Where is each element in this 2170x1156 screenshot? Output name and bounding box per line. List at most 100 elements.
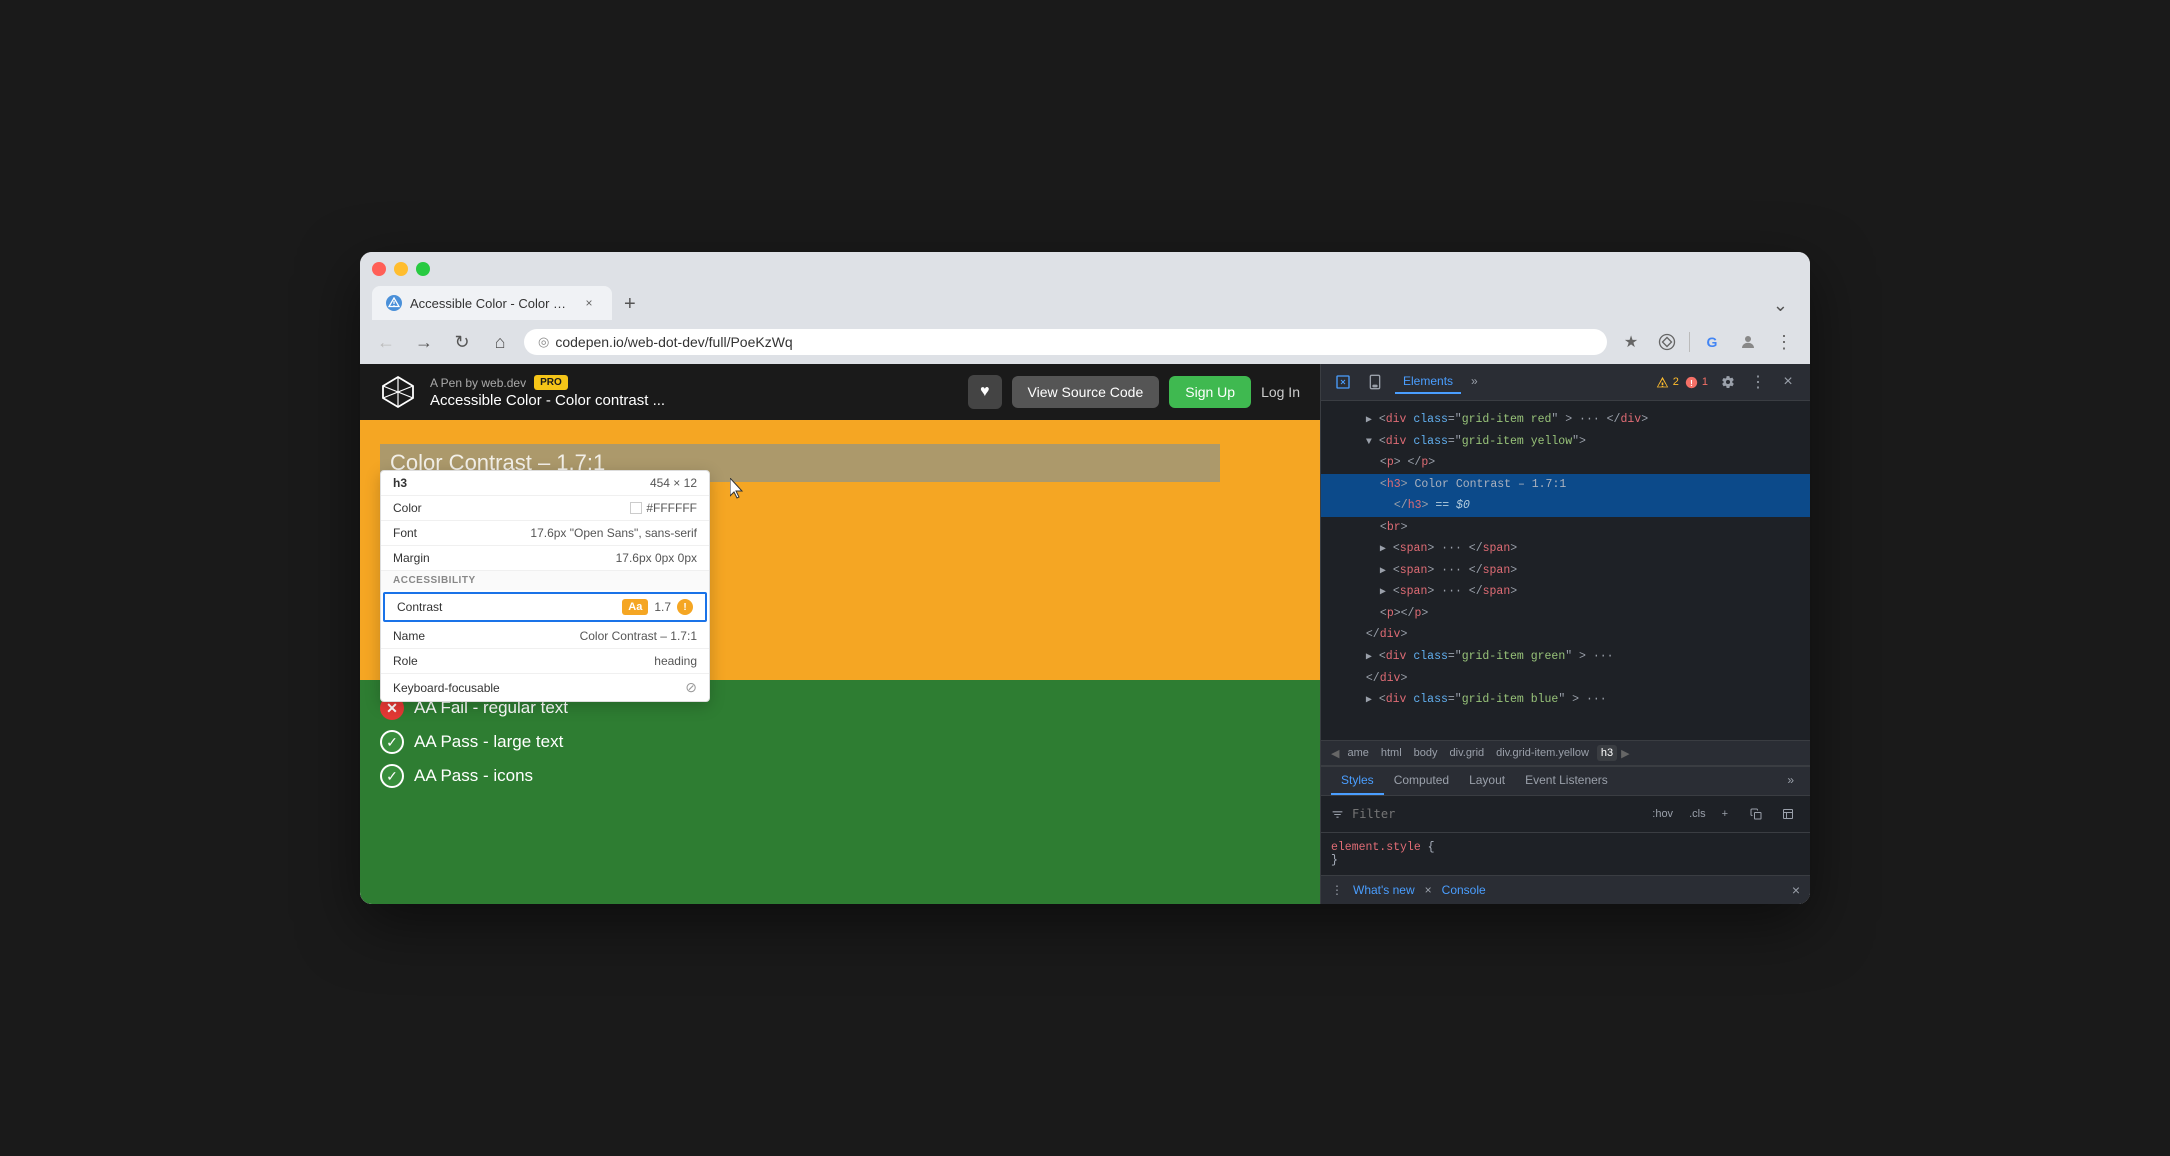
style-tab-computed[interactable]: Computed (1384, 767, 1459, 795)
bottom-close-button[interactable]: × (1792, 882, 1800, 898)
back-button[interactable]: ← (372, 328, 400, 356)
expand-arrow-12[interactable]: ▶ (1366, 652, 1372, 663)
aa-pass-icons-label: AA Pass - icons (414, 766, 533, 786)
breadcrumb-back-arrow[interactable]: ◀ (1331, 747, 1339, 760)
devtools-tab-more[interactable]: » (1463, 370, 1486, 394)
style-tab-layout[interactable]: Layout (1459, 767, 1515, 795)
pen-author: A Pen by web.dev (430, 376, 526, 390)
address-bar-input[interactable]: ◎ codepen.io/web-dot-dev/full/PoeKzWq (524, 329, 1607, 355)
inspector-element-label: h3 (393, 476, 407, 490)
expand-arrow-8[interactable]: ▶ (1380, 566, 1386, 577)
extensions-button[interactable] (1653, 328, 1681, 356)
devtools-toolbar-actions: ⋮ × (1716, 370, 1800, 394)
codepen-header: A Pen by web.dev PRO Accessible Color - … (360, 364, 1320, 420)
inspector-role-row: Role heading (381, 649, 709, 674)
page-content: A Pen by web.dev PRO Accessible Color - … (360, 364, 1320, 904)
bottom-dots[interactable]: ⋮ (1331, 883, 1343, 897)
tree-line-4[interactable]: <h3> Color Contrast – 1.7:1 (1321, 474, 1810, 496)
minimize-button[interactable] (394, 262, 408, 276)
filter-layout-button[interactable] (1776, 802, 1800, 826)
address-bar: ← → ↻ ⌂ ◎ codepen.io/web-dot-dev/full/Po… (360, 320, 1810, 364)
tabs-expand-button[interactable]: ⌄ (1763, 291, 1798, 320)
devtools-status: 2 ! 1 (1656, 376, 1708, 389)
breadcrumb-ame[interactable]: ame (1343, 745, 1372, 761)
devtools-close-button[interactable]: × (1776, 370, 1800, 394)
tree-line-1[interactable]: ▶ <div class="grid-item red" > ··· </div… (1321, 409, 1810, 431)
expand-arrow-2[interactable]: ▼ (1366, 437, 1372, 448)
aa-pass-icons-icon: ✓ (380, 764, 404, 788)
styles-filter: :hov .cls + (1321, 796, 1810, 833)
tree-line-10[interactable]: <p></p> (1321, 603, 1810, 625)
signup-button[interactable]: Sign Up (1169, 376, 1251, 408)
expand-arrow-14[interactable]: ▶ (1366, 695, 1372, 706)
expand-arrow-7[interactable]: ▶ (1380, 544, 1386, 555)
tree-line-8[interactable]: ▶ <span> ··· </span> (1321, 560, 1810, 582)
refresh-button[interactable]: ↻ (448, 328, 476, 356)
element-style-close: } (1331, 854, 1800, 867)
style-tab-event-listeners[interactable]: Event Listeners (1515, 767, 1618, 795)
inspector-contrast-row: Contrast Aa 1.7 ! (383, 592, 707, 622)
devtools-settings-button[interactable] (1716, 370, 1740, 394)
tree-line-6[interactable]: <br> (1321, 517, 1810, 539)
breadcrumb-divgrid-yellow[interactable]: div.grid-item.yellow (1492, 745, 1593, 761)
devtools-more-button[interactable]: ⋮ (1746, 370, 1770, 394)
color-swatch (630, 502, 642, 514)
style-tab-styles[interactable]: Styles (1331, 767, 1384, 795)
login-button[interactable]: Log In (1261, 384, 1300, 400)
breadcrumb-body[interactable]: body (1410, 745, 1442, 761)
style-tab-more[interactable]: » (1781, 769, 1800, 793)
bottom-close-x[interactable]: × (1425, 883, 1432, 897)
expand-arrow-9[interactable]: ▶ (1380, 587, 1386, 598)
home-button[interactable]: ⌂ (486, 328, 514, 356)
filter-hov[interactable]: :hov (1652, 808, 1673, 820)
inspector-font-value: 17.6px "Open Sans", sans-serif (530, 526, 697, 540)
breadcrumb-h3[interactable]: h3 (1597, 745, 1617, 761)
active-tab[interactable]: Accessible Color - Color cont... × (372, 286, 612, 320)
devtools-tab-elements[interactable]: Elements (1395, 370, 1461, 394)
breadcrumb-forward-arrow[interactable]: ▶ (1621, 747, 1629, 760)
filter-cls[interactable]: .cls (1689, 808, 1706, 820)
bookmark-button[interactable]: ★ (1617, 328, 1645, 356)
tree-line-2[interactable]: ▼ <div class="grid-item yellow"> (1321, 431, 1810, 453)
filter-copy-button[interactable] (1744, 802, 1768, 826)
filter-plus[interactable]: + (1722, 808, 1728, 820)
url-display: codepen.io/web-dot-dev/full/PoeKzWq (555, 334, 792, 350)
devtools-device-button[interactable] (1363, 370, 1387, 394)
breadcrumb-html[interactable]: html (1377, 745, 1406, 761)
tree-line-11[interactable]: </div> (1321, 624, 1810, 646)
elements-tree[interactable]: ▶ <div class="grid-item red" > ··· </div… (1321, 401, 1810, 740)
forward-button[interactable]: → (410, 328, 438, 356)
tab-favicon (386, 295, 402, 311)
tree-line-14[interactable]: ▶ <div class="grid-item blue" > ··· (1321, 689, 1810, 711)
inspector-accessibility-header: ACCESSIBILITY (381, 571, 709, 590)
tree-line-13[interactable]: </div> (1321, 668, 1810, 690)
maximize-button[interactable] (416, 262, 430, 276)
tree-line-3[interactable]: <p> </p> (1321, 452, 1810, 474)
expand-arrow-1[interactable]: ▶ (1366, 415, 1372, 426)
menu-button[interactable]: ⋮ (1770, 328, 1798, 356)
tree-line-7[interactable]: ▶ <span> ··· </span> (1321, 538, 1810, 560)
tree-line-9[interactable]: ▶ <span> ··· </span> (1321, 581, 1810, 603)
view-source-button[interactable]: View Source Code (1012, 376, 1160, 408)
bottom-console[interactable]: Console (1442, 883, 1486, 897)
styles-filter-input[interactable] (1352, 807, 1644, 821)
close-button[interactable] (372, 262, 386, 276)
tree-line-5[interactable]: </h3> == $0 (1321, 495, 1810, 517)
tree-line-12[interactable]: ▶ <div class="grid-item green" > ··· (1321, 646, 1810, 668)
bottom-whats-new[interactable]: What's new (1353, 883, 1415, 897)
inspector-contrast-value: Aa 1.7 ! (622, 599, 693, 615)
google-button[interactable]: G (1698, 328, 1726, 356)
breadcrumb-divgrid[interactable]: div.grid (1446, 745, 1489, 761)
heart-button[interactable]: ♥ (968, 375, 1002, 409)
devtools-error: ! 1 (1685, 376, 1708, 389)
inspector-role-label: Role (393, 654, 418, 668)
devtools-inspect-button[interactable] (1331, 370, 1355, 394)
profile-button[interactable] (1734, 328, 1762, 356)
tab-close-button[interactable]: × (580, 294, 598, 312)
codepen-meta-top: A Pen by web.dev PRO (430, 375, 954, 390)
devtools-toolbar: Elements » 2 ! 1 (1321, 364, 1810, 401)
inspector-keyboard-row: Keyboard-focusable ⊘ (381, 674, 709, 701)
address-security-icon: ◎ (538, 334, 549, 350)
inspector-margin-value: 17.6px 0px 0px (616, 551, 697, 565)
new-tab-button[interactable]: + (614, 289, 646, 320)
